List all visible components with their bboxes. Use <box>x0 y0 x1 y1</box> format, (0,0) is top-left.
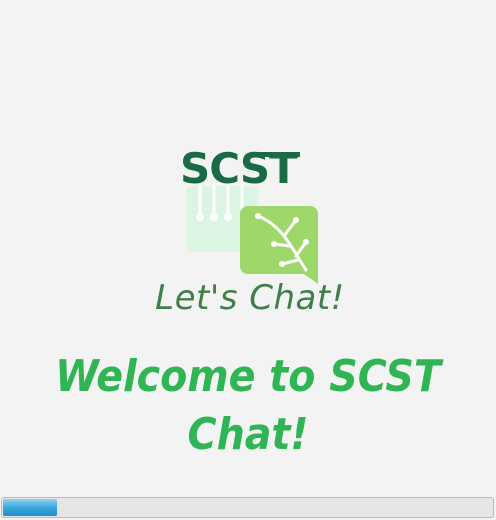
logo-tagline: Let's Chat! <box>155 278 345 318</box>
app-logo: SCST Let's Chat! <box>140 140 360 320</box>
progress-fill <box>3 499 57 516</box>
logo-wordmark-bar <box>256 152 300 157</box>
welcome-heading: Welcome to SCST Chat! <box>55 351 441 460</box>
loading-progress-bar <box>1 497 494 518</box>
